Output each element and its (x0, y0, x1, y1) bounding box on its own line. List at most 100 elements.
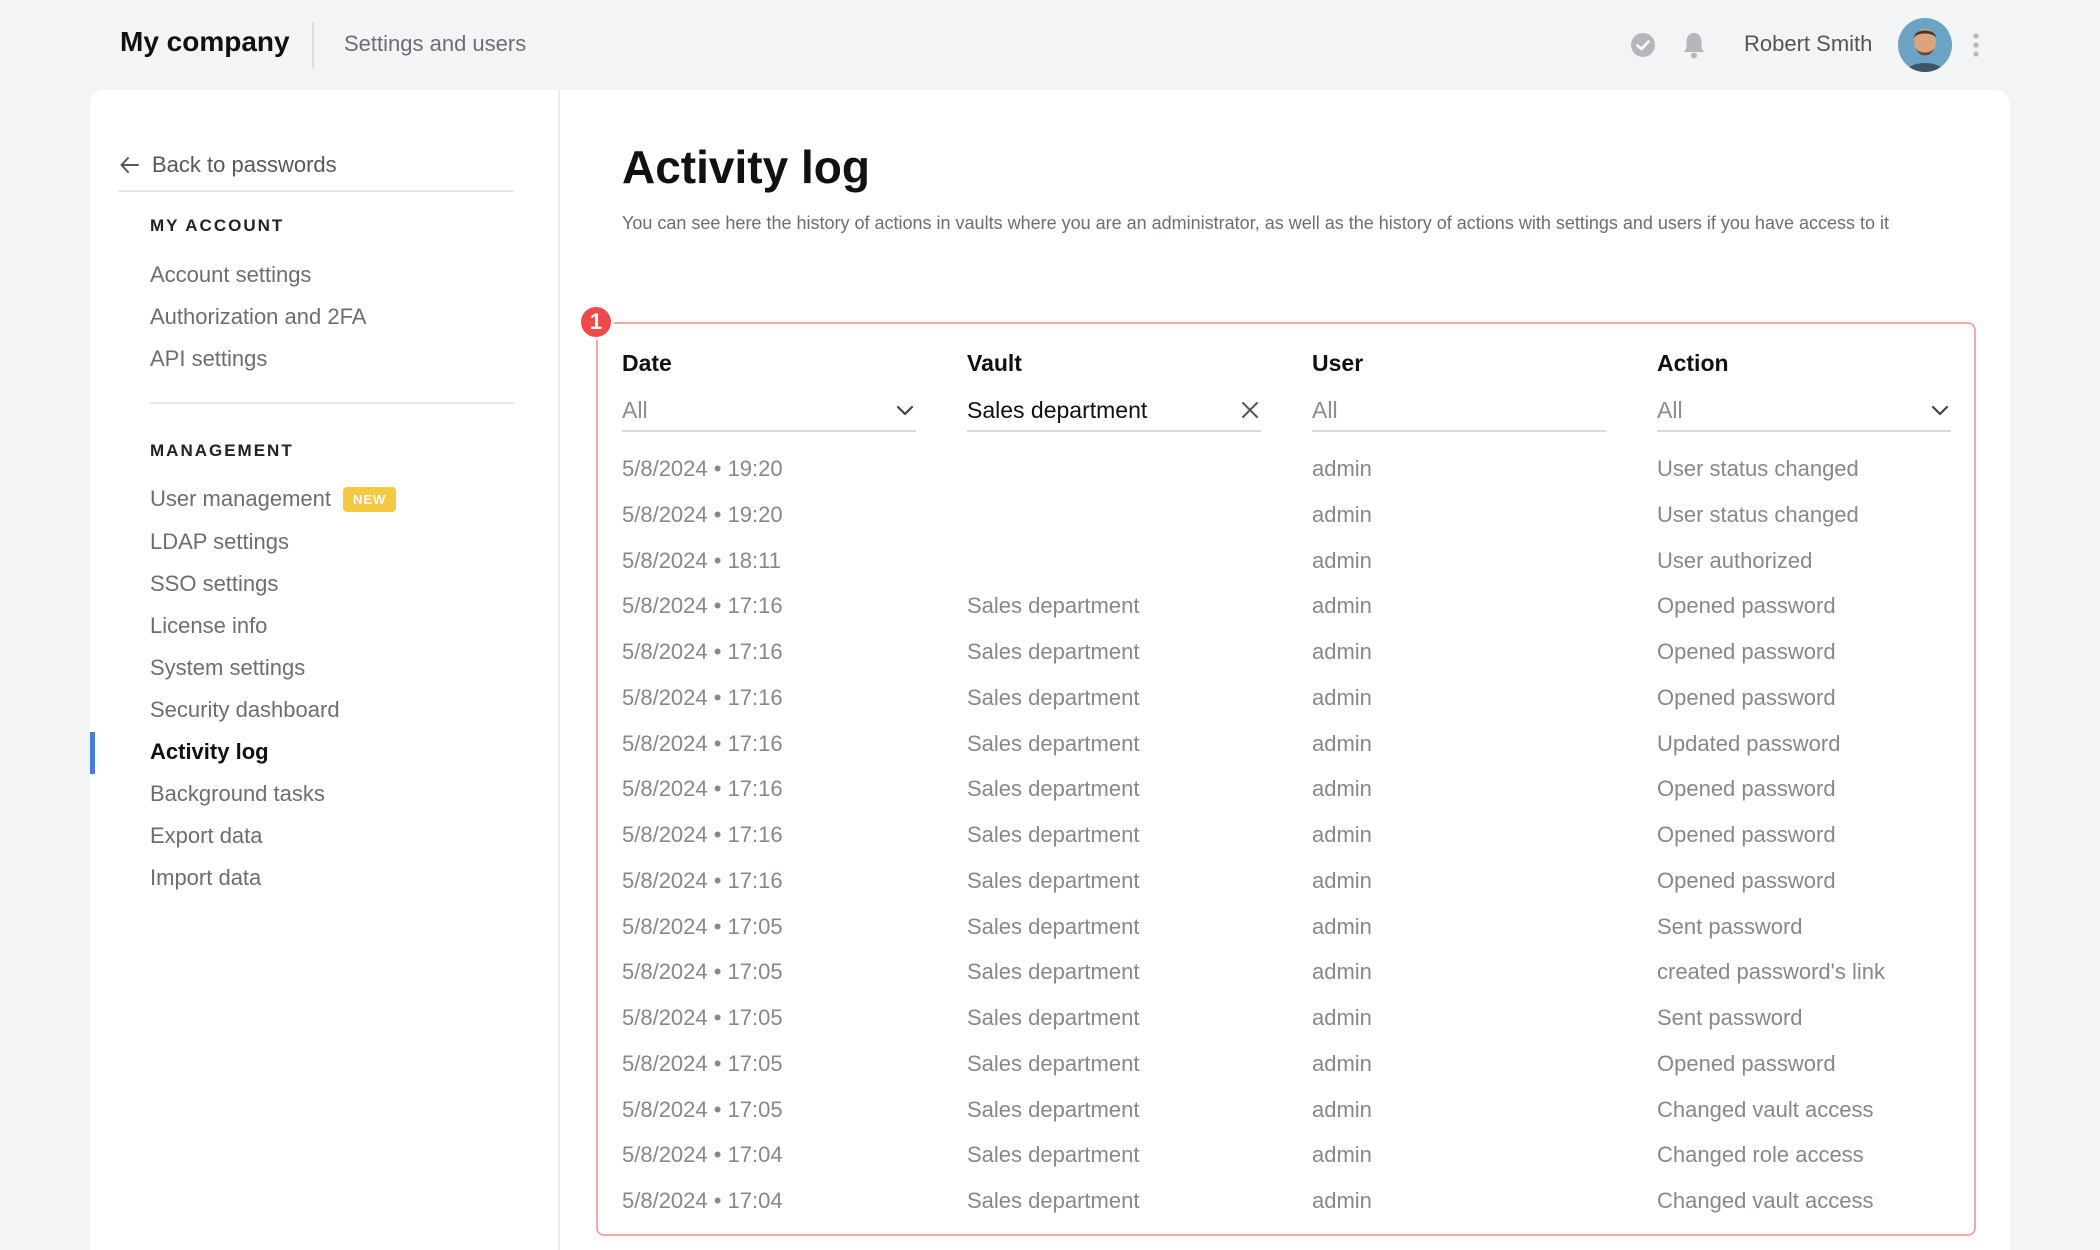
cell-action: Opened password (1657, 776, 1836, 802)
sidebar-item-authorization-2fa[interactable]: Authorization and 2FA (150, 304, 366, 330)
sidebar-item-system-settings[interactable]: System settings (150, 655, 305, 681)
vault-filter-select[interactable]: Sales department (967, 390, 1261, 432)
breadcrumb[interactable]: Settings and users (344, 31, 526, 57)
table-row[interactable]: 5/8/2024 • 17:16 Sales department admin Upd… (622, 731, 1972, 777)
cell-vault: Sales department (967, 1096, 1140, 1122)
cell-date: 5/8/2024 • 17:16 (622, 593, 783, 619)
my-account-heading: MY ACCOUNT (150, 216, 285, 235)
sidebar-item-activity-log[interactable]: Activity log (150, 739, 269, 765)
cell-action: created password's link (1657, 959, 1885, 985)
cell-action: Changed role access (1657, 1142, 1864, 1168)
back-to-passwords-link[interactable]: Back to passwords (118, 150, 514, 192)
sidebar-item-license-info[interactable]: License info (150, 613, 267, 639)
table-row[interactable]: 5/8/2024 • 17:04 Sales department admin Cha… (622, 1142, 1972, 1188)
table-row[interactable]: 5/8/2024 • 17:16 Sales department admin Ope… (622, 776, 1972, 822)
cell-vault: Sales department (967, 867, 1140, 893)
sidebar-item-background-tasks[interactable]: Background tasks (150, 781, 325, 807)
table-row[interactable]: 5/8/2024 • 17:16 Sales department admin Ope… (622, 639, 1972, 685)
sidebar-item-security-dashboard[interactable]: Security dashboard (150, 697, 340, 723)
table-row[interactable]: 5/8/2024 • 17:16 Sales department admin Ope… (622, 685, 1972, 731)
cell-date: 5/8/2024 • 17:16 (622, 867, 783, 893)
cell-action: User status changed (1657, 456, 1859, 481)
table-row[interactable]: 5/8/2024 • 17:16 Sales department admin Ope… (622, 868, 1972, 914)
company-name[interactable]: My company (120, 26, 290, 58)
cell-user: admin (1312, 1188, 1372, 1213)
cell-action: Opened password (1657, 684, 1836, 710)
top-bar: My company Settings and users Robert Smi… (0, 0, 2100, 90)
vault-filter-value: Sales department (967, 396, 1148, 423)
chevron-down-icon (896, 405, 914, 416)
bell-icon[interactable] (1680, 30, 1708, 60)
table-row[interactable]: 5/8/2024 • 17:05 Sales department admin Sen… (622, 1005, 1972, 1051)
sidebar-item-account-settings[interactable]: Account settings (150, 262, 311, 288)
cell-user: admin (1312, 1096, 1372, 1122)
cell-vault: Sales department (967, 959, 1140, 985)
cell-action: User status changed (1657, 501, 1859, 527)
avatar-image (1898, 18, 1952, 72)
table-row[interactable]: 5/8/2024 • 17:05 Sales department admin Ope… (622, 1051, 1972, 1097)
table-row[interactable]: 5/8/2024 • 17:04 Sales department admin Cha… (622, 1188, 1972, 1234)
cell-action: Sent password (1657, 1005, 1803, 1030)
cell-user: admin (1312, 1050, 1372, 1076)
table-row[interactable]: 5/8/2024 • 19:20 admin User status changed (622, 456, 1972, 502)
check-circle-icon[interactable] (1630, 32, 1656, 58)
column-header-action: Action (1657, 350, 1729, 376)
cell-date: 5/8/2024 • 17:05 (622, 1005, 783, 1030)
cell-action: User authorized (1657, 547, 1813, 573)
cell-vault: Sales department (967, 1188, 1140, 1213)
cell-user: admin (1312, 776, 1372, 802)
cell-date: 5/8/2024 • 17:05 (622, 1050, 783, 1076)
cell-action: Opened password (1657, 822, 1836, 847)
cell-user: admin (1312, 822, 1372, 847)
sidebar-item-export-data[interactable]: Export data (150, 823, 263, 849)
cell-date: 5/8/2024 • 18:11 (622, 547, 781, 573)
cell-user: admin (1312, 959, 1372, 985)
clear-icon[interactable] (1239, 399, 1261, 421)
management-heading: MANAGEMENT (150, 441, 294, 460)
cell-vault: Sales department (967, 822, 1140, 847)
cell-vault: Sales department (967, 1050, 1140, 1076)
cell-user: admin (1312, 1005, 1372, 1030)
cell-date: 5/8/2024 • 17:16 (622, 776, 783, 802)
user-filter-input[interactable]: All (1312, 390, 1606, 432)
cell-date: 5/8/2024 • 17:04 (622, 1188, 783, 1213)
cell-user: admin (1312, 730, 1372, 756)
cell-date: 5/8/2024 • 17:04 (622, 1142, 783, 1168)
arrow-left-icon (120, 157, 139, 173)
table-row[interactable]: 5/8/2024 • 19:20 admin User status changed (622, 502, 1972, 548)
table-row[interactable]: 5/8/2024 • 17:16 Sales department admin Ope… (622, 593, 1972, 639)
chevron-down-icon (1931, 405, 1949, 416)
cell-date: 5/8/2024 • 19:20 (622, 501, 783, 527)
action-filter-select[interactable]: All (1657, 390, 1951, 432)
cell-user: admin (1312, 913, 1372, 939)
sidebar-item-sso-settings[interactable]: SSO settings (150, 571, 278, 597)
user-name[interactable]: Robert Smith (1744, 31, 1872, 57)
back-link-label: Back to passwords (152, 152, 337, 177)
column-header-vault: Vault (967, 350, 1022, 376)
sidebar-item-import-data[interactable]: Import data (150, 865, 261, 891)
cell-action: Opened password (1657, 1050, 1836, 1076)
cell-user: admin (1312, 501, 1372, 527)
cell-date: 5/8/2024 • 17:16 (622, 684, 783, 710)
page-description: You can see here the history of actions … (622, 213, 1890, 233)
column-header-user: User (1312, 350, 1364, 376)
table-row[interactable]: 5/8/2024 • 17:05 Sales department admin cre… (622, 959, 1972, 1005)
avatar[interactable] (1898, 18, 1952, 72)
table-row[interactable]: 5/8/2024 • 17:05 Sales department admin Sen… (622, 914, 1972, 960)
action-filter-value: All (1657, 396, 1683, 423)
sidebar-item-user-management[interactable]: User management NEW (150, 486, 397, 512)
cell-vault: Sales department (967, 593, 1140, 619)
date-filter-select[interactable]: All (622, 390, 916, 432)
brand-separator (312, 22, 314, 68)
cell-vault: Sales department (967, 913, 1140, 939)
more-options-icon[interactable] (1970, 30, 1982, 60)
sidebar-item-api-settings[interactable]: API settings (150, 346, 267, 372)
page-title: Activity log (622, 141, 870, 193)
cell-action: Changed vault access (1657, 1188, 1874, 1213)
sidebar-item-ldap-settings[interactable]: LDAP settings (150, 529, 289, 555)
table-row[interactable]: 5/8/2024 • 18:11 admin User authorized (622, 548, 1972, 594)
table-row[interactable]: 5/8/2024 • 17:05 Sales department admin Cha… (622, 1097, 1972, 1143)
cell-date: 5/8/2024 • 17:16 (622, 730, 783, 756)
cell-date: 5/8/2024 • 17:16 (622, 822, 783, 847)
table-row[interactable]: 5/8/2024 • 17:16 Sales department admin Ope… (622, 822, 1972, 868)
